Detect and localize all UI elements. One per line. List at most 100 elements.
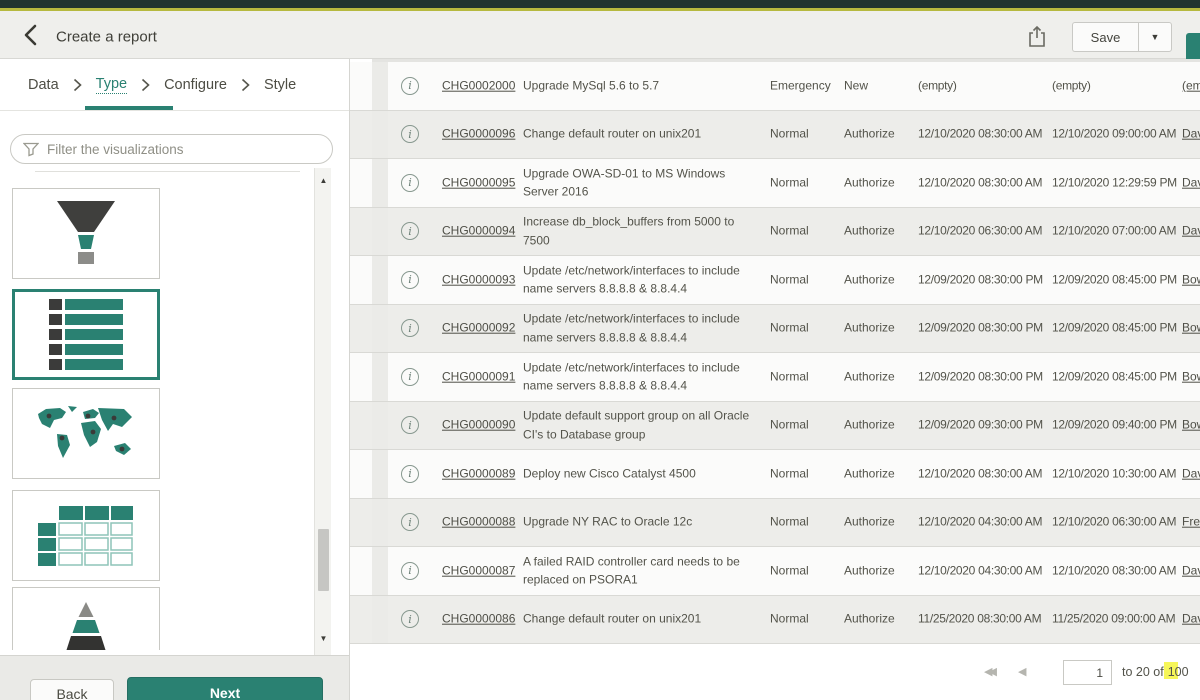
info-icon[interactable]: i [401, 125, 419, 143]
row-gutter [372, 353, 388, 401]
page-number-input[interactable] [1063, 660, 1112, 685]
planned-start-date: 12/10/2020 04:30:00 AM [918, 561, 1046, 580]
row-gutter [372, 305, 388, 353]
change-number-link[interactable]: CHG0000092 [442, 319, 515, 338]
change-number-link[interactable]: CHG0000095 [442, 173, 515, 192]
viz-option-map[interactable] [12, 388, 160, 479]
viz-list-scrollbar[interactable]: ▲ ▼ [314, 168, 331, 655]
planned-end-date: 12/10/2020 07:00:00 AM [1052, 222, 1180, 241]
table-row: i CHG0000091 Update /etc/network/interfa… [350, 353, 1200, 402]
brand-strip [0, 0, 1200, 8]
viz-option-list[interactable] [12, 289, 160, 380]
short-description: Update /etc/network/interfaces to includ… [523, 261, 761, 298]
info-icon[interactable]: i [401, 416, 419, 434]
change-number-link[interactable]: CHG0000093 [442, 270, 515, 289]
scroll-down-icon[interactable]: ▼ [315, 634, 332, 643]
breadcrumb-configure[interactable]: Configure [164, 77, 227, 93]
planned-start-date: 12/09/2020 08:30:00 PM [918, 319, 1046, 338]
table-row: i CHG0000096 Change default router on un… [350, 111, 1200, 160]
change-number-link[interactable]: CHG0000096 [442, 125, 515, 144]
scroll-up-icon[interactable]: ▲ [315, 176, 332, 185]
info-icon[interactable]: i [401, 562, 419, 580]
previous-page-icon[interactable]: ◀ [1018, 665, 1026, 678]
planned-start-date: 12/10/2020 04:30:00 AM [918, 513, 1046, 532]
report-type-panel: Data Type Configure Style [0, 59, 350, 700]
share-icon[interactable] [1026, 25, 1048, 49]
viz-option-table[interactable] [12, 490, 160, 581]
table-row: i CHG0000089 Deploy new Cisco Catalyst 4… [350, 450, 1200, 499]
change-number-link[interactable]: CHG0000086 [442, 610, 515, 629]
chevron-down-icon[interactable]: ▼ [1138, 22, 1172, 52]
change-number-link[interactable]: CHG0000087 [442, 561, 515, 580]
short-description: Update default support group on all Orac… [523, 407, 761, 444]
row-gutter [372, 159, 388, 207]
assigned-to-link[interactable]: Dav [1182, 173, 1200, 192]
change-number-link[interactable]: CHG0000088 [442, 513, 515, 532]
row-gutter [372, 499, 388, 547]
list-chart-icon [49, 299, 123, 370]
info-icon[interactable]: i [401, 174, 419, 192]
assigned-to-link[interactable]: Bow [1182, 270, 1200, 289]
viz-option-pyramid[interactable] [12, 587, 160, 650]
info-icon[interactable]: i [401, 610, 419, 628]
planned-end-date: 12/10/2020 08:30:00 AM [1052, 561, 1180, 580]
change-number-link[interactable]: CHG0000090 [442, 416, 515, 435]
planned-end-date: (empty) [1052, 76, 1180, 95]
back-button[interactable]: Back [30, 679, 114, 700]
assigned-to-link[interactable]: Bow [1182, 416, 1200, 435]
short-description: A failed RAID controller card needs to b… [523, 552, 761, 589]
priority-value: Emergency [770, 76, 846, 95]
info-icon[interactable]: i [401, 513, 419, 531]
info-icon[interactable]: i [401, 77, 419, 95]
short-description: Upgrade OWA-SD-01 to MS Windows Server 2… [523, 164, 761, 201]
planned-start-date: 12/09/2020 09:30:00 PM [918, 416, 1046, 435]
planned-start-date: 12/10/2020 08:30:00 AM [918, 173, 1046, 192]
planned-start-date: 11/25/2020 08:30:00 AM [918, 610, 1046, 629]
pyramid-chart-icon [58, 602, 114, 650]
save-button[interactable]: Save [1072, 22, 1138, 52]
change-number-link[interactable]: CHG0000091 [442, 367, 515, 386]
assigned-to-link[interactable]: Dav [1182, 222, 1200, 241]
active-step-indicator [85, 106, 173, 110]
pagination-range-label: to 20 of100 [1122, 665, 1189, 679]
info-icon[interactable]: i [401, 222, 419, 240]
assigned-to-link[interactable]: Bow [1182, 367, 1200, 386]
planned-end-date: 12/10/2020 10:30:00 AM [1052, 464, 1180, 483]
breadcrumb-data[interactable]: Data [28, 77, 59, 93]
assigned-to-link[interactable]: Dav [1182, 464, 1200, 483]
info-icon[interactable]: i [401, 319, 419, 337]
planned-start-date: 12/10/2020 08:30:00 AM [918, 464, 1046, 483]
app-window: Create a report Save ▼ Data Type Configu… [0, 0, 1200, 700]
breadcrumb-type[interactable]: Type [96, 76, 127, 94]
scrollbar-thumb[interactable] [318, 529, 329, 591]
info-icon[interactable]: i [401, 271, 419, 289]
info-icon[interactable]: i [401, 465, 419, 483]
assigned-to-link[interactable]: Dav [1182, 125, 1200, 144]
breadcrumb-style[interactable]: Style [264, 77, 296, 93]
info-icon[interactable]: i [401, 368, 419, 386]
state-value: Authorize [844, 222, 914, 241]
assigned-to-link[interactable]: Bow [1182, 319, 1200, 338]
filter-visualizations-input[interactable] [47, 142, 332, 157]
change-number-link[interactable]: CHG0002000 [442, 76, 515, 95]
table-row: i CHG0000088 Upgrade NY RAC to Oracle 12… [350, 499, 1200, 548]
breadcrumb: Data Type Configure Style [0, 59, 349, 111]
change-number-link[interactable]: CHG0000094 [442, 222, 515, 241]
viz-option-funnel[interactable] [12, 188, 160, 279]
planned-start-date: (empty) [918, 76, 1046, 95]
row-gutter [372, 596, 388, 644]
assigned-to-link[interactable]: Fre [1182, 513, 1200, 532]
table-row: i CHG0002000 Upgrade MySql 5.6 to 5.7 Em… [350, 62, 1200, 111]
row-gutter [372, 547, 388, 595]
next-button[interactable]: Next [127, 677, 323, 700]
assigned-to-link[interactable]: Dav [1182, 561, 1200, 580]
assigned-to-link[interactable]: (em [1182, 76, 1200, 95]
planned-end-date: 11/25/2020 09:00:00 AM [1052, 610, 1180, 629]
back-chevron-icon[interactable] [18, 22, 44, 48]
first-page-icon[interactable]: ◀◀ [984, 665, 993, 678]
assigned-to-link[interactable]: Dav [1182, 610, 1200, 629]
panel-footer: Back Next [0, 655, 349, 700]
chevron-right-icon [241, 78, 250, 92]
change-number-link[interactable]: CHG0000089 [442, 464, 515, 483]
planned-end-date: 12/09/2020 09:40:00 PM [1052, 416, 1180, 435]
